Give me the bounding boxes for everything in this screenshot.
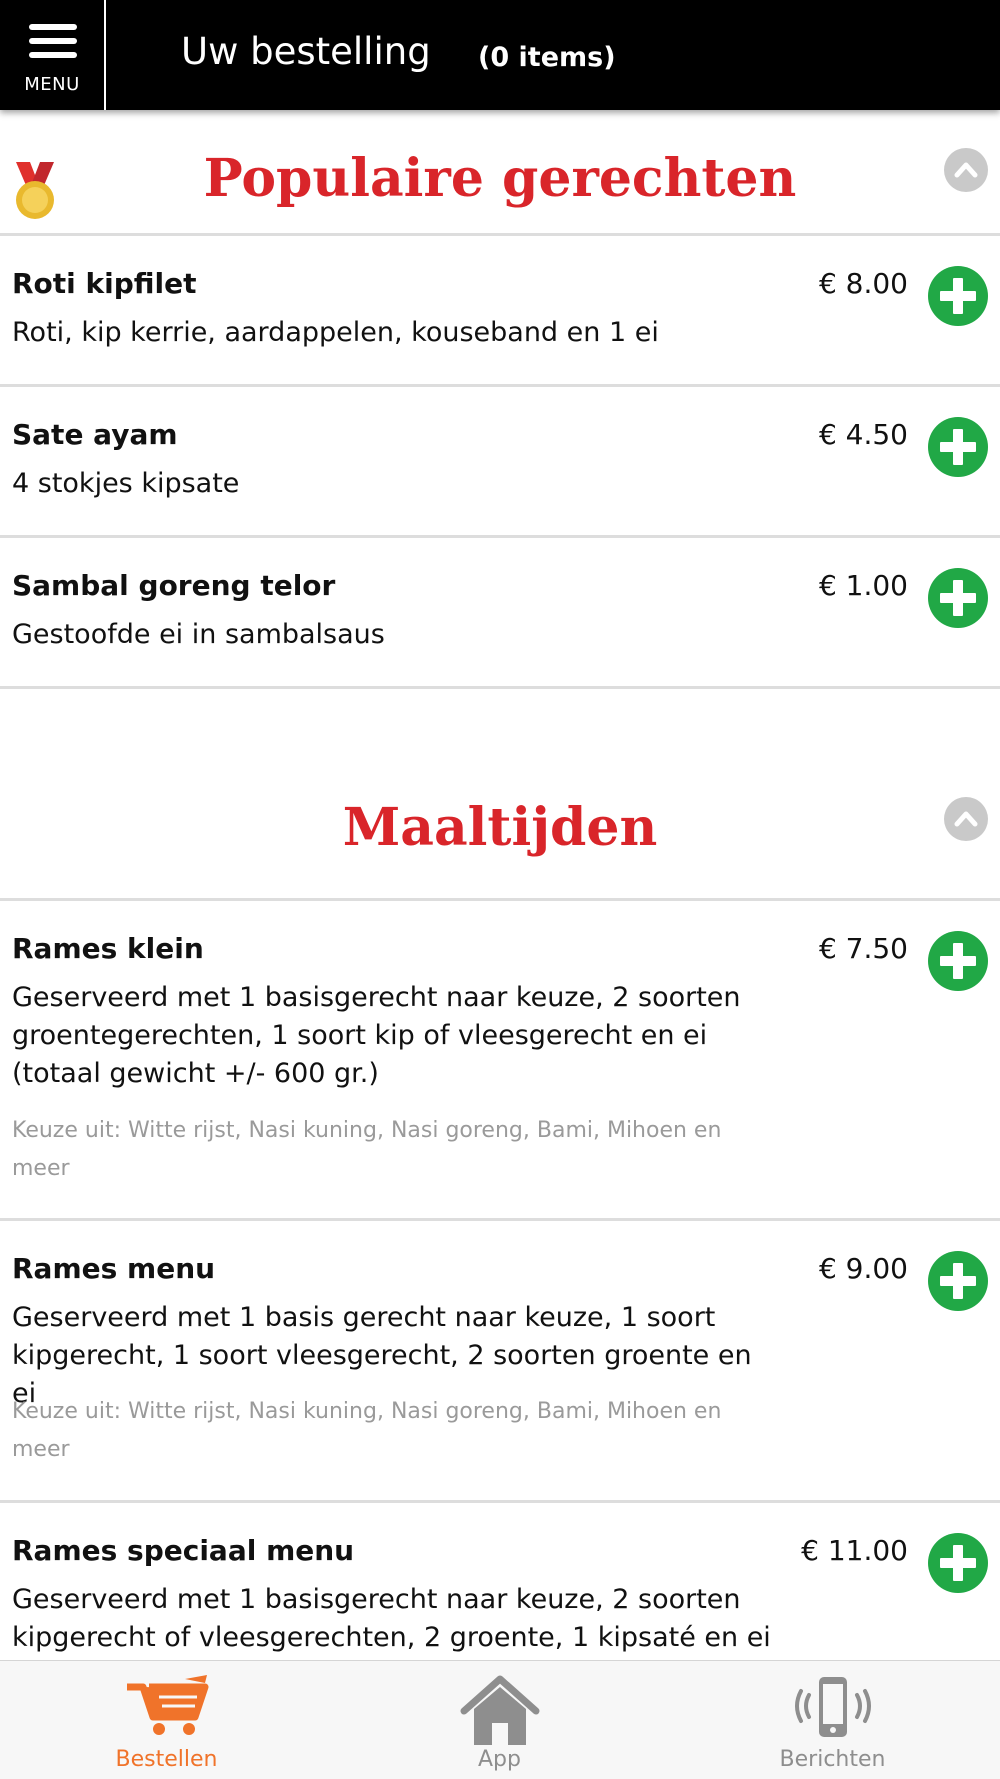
- item-name: Rames klein: [12, 932, 204, 965]
- menu-item: Rames menu € 9.00 Geserveerd met 1 basis…: [0, 1221, 1000, 1503]
- item-description: Roti, kip kerrie, aardappelen, kouseband…: [12, 317, 659, 348]
- add-item-button[interactable]: [928, 568, 988, 628]
- menu-item: Rames klein € 7.50 Geserveerd met 1 basi…: [0, 901, 1000, 1221]
- top-bar: MENU Uw bestelling (0 items): [0, 0, 1000, 110]
- item-note: Keuze uit: Witte rijst, Nasi kuning, Nas…: [12, 1118, 722, 1181]
- nav-label: App: [478, 1747, 521, 1772]
- menu-button[interactable]: MENU: [0, 0, 106, 110]
- phone-vibrate-icon: [794, 1677, 871, 1737]
- add-item-button[interactable]: [928, 1533, 988, 1593]
- item-name: Sate ayam: [12, 418, 178, 451]
- item-description: Geserveerd met 1 basisgerecht naar keuze…: [12, 982, 741, 1089]
- collapse-section-button[interactable]: [944, 797, 988, 841]
- item-name: Roti kipfilet: [12, 267, 197, 300]
- item-note: Keuze uit: Witte rijst, Nasi kuning, Nas…: [12, 1399, 722, 1462]
- menu-item: Sate ayam € 4.50 4 stokjes kipsate: [0, 387, 1000, 538]
- cart-icon: [126, 1675, 208, 1735]
- order-item-count: (0 items): [478, 42, 616, 73]
- item-price: € 1.00: [818, 569, 908, 602]
- home-icon: [460, 1675, 539, 1745]
- item-name: Rames speciaal menu: [12, 1534, 355, 1567]
- nav-tab-berichten[interactable]: Berichten: [666, 1661, 999, 1779]
- chevron-up-icon: [954, 162, 978, 178]
- add-item-button[interactable]: [928, 417, 988, 477]
- chevron-up-icon: [954, 811, 978, 827]
- item-description: 4 stokjes kipsate: [12, 468, 240, 499]
- add-item-button[interactable]: [928, 1251, 988, 1311]
- order-title[interactable]: Uw bestelling: [181, 30, 431, 73]
- nav-label: Bestellen: [115, 1747, 218, 1772]
- add-item-button[interactable]: [928, 266, 988, 326]
- item-price: € 8.00: [818, 267, 908, 300]
- item-name: Sambal goreng telor: [12, 569, 336, 602]
- bottom-nav: Bestellen App Berichten: [0, 1660, 1000, 1779]
- menu-item: Roti kipfilet € 8.00 Roti, kip kerrie, a…: [0, 236, 1000, 387]
- section-title: Maaltijden: [342, 797, 658, 858]
- item-price: € 7.50: [818, 932, 908, 965]
- menu-item: Sambal goreng telor € 1.00 Gestoofde ei …: [0, 538, 1000, 689]
- nav-label: Berichten: [779, 1747, 886, 1772]
- item-name: Rames menu: [12, 1252, 216, 1285]
- item-price: € 4.50: [818, 418, 908, 451]
- item-description: Geserveerd met 1 basisgerecht naar keuze…: [12, 1584, 771, 1653]
- hamburger-icon: [29, 24, 77, 66]
- item-price: € 11.00: [801, 1534, 908, 1567]
- menu-label: MENU: [24, 74, 80, 95]
- item-price: € 9.00: [818, 1252, 908, 1285]
- item-description: Gestoofde ei in sambalsaus: [12, 619, 385, 650]
- nav-tab-bestellen[interactable]: Bestellen: [0, 1661, 333, 1779]
- section-title: Populaire gerechten: [203, 148, 797, 209]
- collapse-section-button[interactable]: [944, 148, 988, 192]
- add-item-button[interactable]: [928, 931, 988, 991]
- nav-tab-app[interactable]: App: [333, 1661, 666, 1779]
